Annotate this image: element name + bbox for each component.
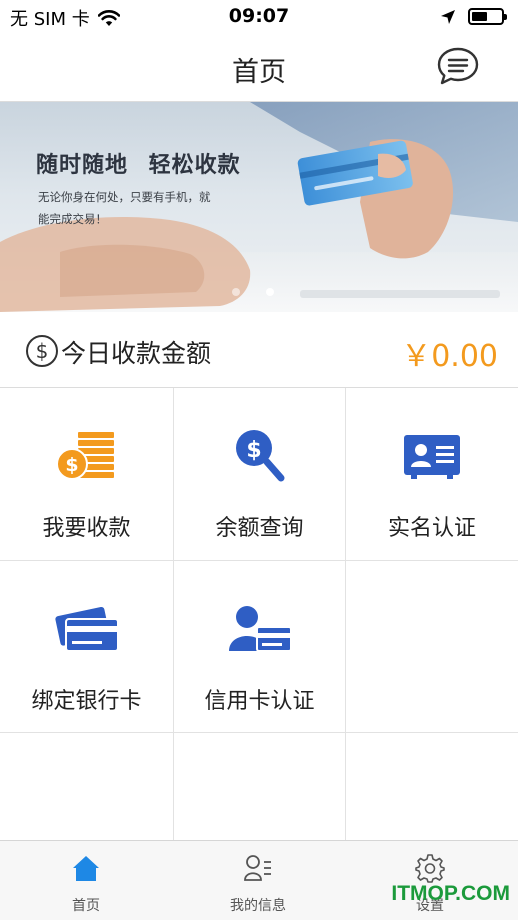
tab-home[interactable]: 首页 (0, 841, 172, 921)
status-right (440, 8, 507, 25)
bank-card-icon (54, 606, 119, 652)
nav-bar: 首页 (0, 34, 518, 102)
menu-label: 余额查询 (215, 516, 304, 541)
watermark-text: ITMOP.COM (391, 882, 510, 905)
menu-label: 我要收款 (42, 516, 131, 541)
amount-label: 今日收款金额 (61, 339, 212, 368)
pagination-dot-2[interactable] (266, 288, 274, 296)
banner-subtitle: 无论你身在何处，只要有手机，就能完成交易！ (38, 190, 211, 226)
menu-item-credit-verify[interactable]: 信用卡认证 (174, 561, 346, 733)
empty-cell (174, 733, 346, 840)
gear-icon (415, 854, 445, 883)
menu-label: 绑定银行卡 (31, 689, 142, 714)
chat-bubble-icon[interactable] (436, 46, 480, 86)
svg-text:$: $ (246, 438, 261, 463)
banner-headline: 随时随地 轻松收款 (36, 153, 241, 178)
status-bar: 无 SIM 卡 09:07 (0, 0, 518, 34)
empty-cell (0, 733, 174, 840)
menu-item-receive[interactable]: $ 我要收款 (0, 388, 174, 561)
menu-item-balance[interactable]: $ 余额查询 (174, 388, 346, 561)
coins-icon: $ (55, 432, 114, 480)
empty-cell (346, 561, 518, 733)
search-dollar-icon: $ (235, 430, 284, 482)
location-arrow-icon (441, 9, 455, 24)
promo-banner[interactable]: 随时随地 轻松收款 无论你身在何处，只要有手机，就能完成交易！ (0, 102, 518, 312)
tab-label: 我的信息 (230, 898, 286, 914)
menu-item-bind-card[interactable]: 绑定银行卡 (0, 561, 174, 733)
today-amount-row: $ 今日收款金额 ￥0.00 (0, 312, 518, 388)
tab-my-info[interactable]: 我的信息 (172, 841, 344, 921)
pagination-dot-1[interactable] (232, 288, 240, 296)
empty-cell (346, 733, 518, 840)
menu-label: 实名认证 (387, 516, 476, 541)
tab-label: 首页 (72, 898, 100, 914)
battery-fill (472, 12, 488, 21)
amount-value: ￥0.00 (401, 339, 498, 374)
battery-icon (468, 8, 507, 25)
user-card-icon (228, 606, 292, 652)
svg-text:$: $ (65, 454, 78, 476)
menu-item-verify[interactable]: 实名认证 (346, 388, 518, 561)
tab-settings[interactable]: 设置 (344, 841, 516, 921)
id-card-icon (404, 435, 460, 479)
dollar-circle-icon: $ (26, 335, 58, 367)
banner-pagination[interactable] (232, 288, 274, 296)
tab-bar: 首页 我的信息 设置 (0, 840, 518, 920)
menu-label: 信用卡认证 (204, 689, 315, 714)
svg-text:$: $ (36, 339, 49, 363)
user-list-icon (244, 855, 271, 881)
home-icon (73, 856, 99, 881)
function-grid: $ 我要收款 $ 余额查询 实名认证 绑定银行卡 信用卡认证 (0, 388, 518, 840)
